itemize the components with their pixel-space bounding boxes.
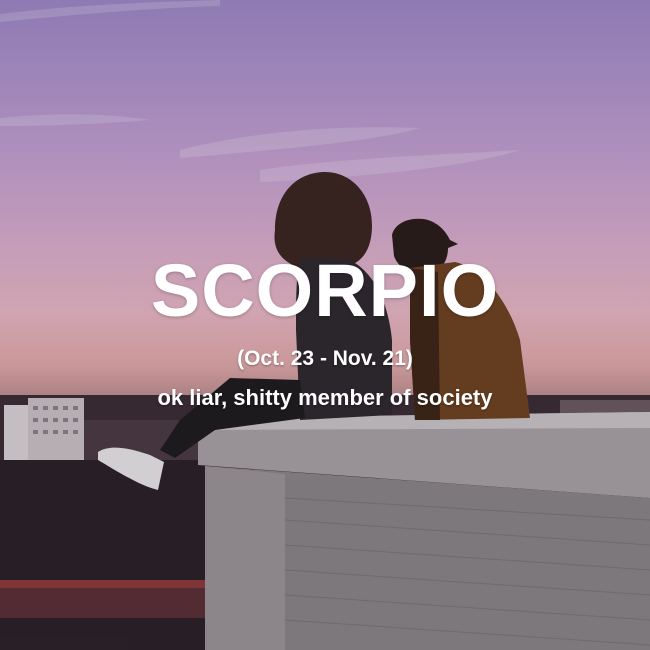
poster: SCORPIO (Oct. 23 - Nov. 21) ok liar, shi… (0, 0, 650, 650)
sign-description: ok liar, shitty member of society (157, 385, 493, 410)
sign-title: SCORPIO (150, 249, 500, 332)
sign-dates: (Oct. 23 - Nov. 21) (237, 347, 413, 370)
